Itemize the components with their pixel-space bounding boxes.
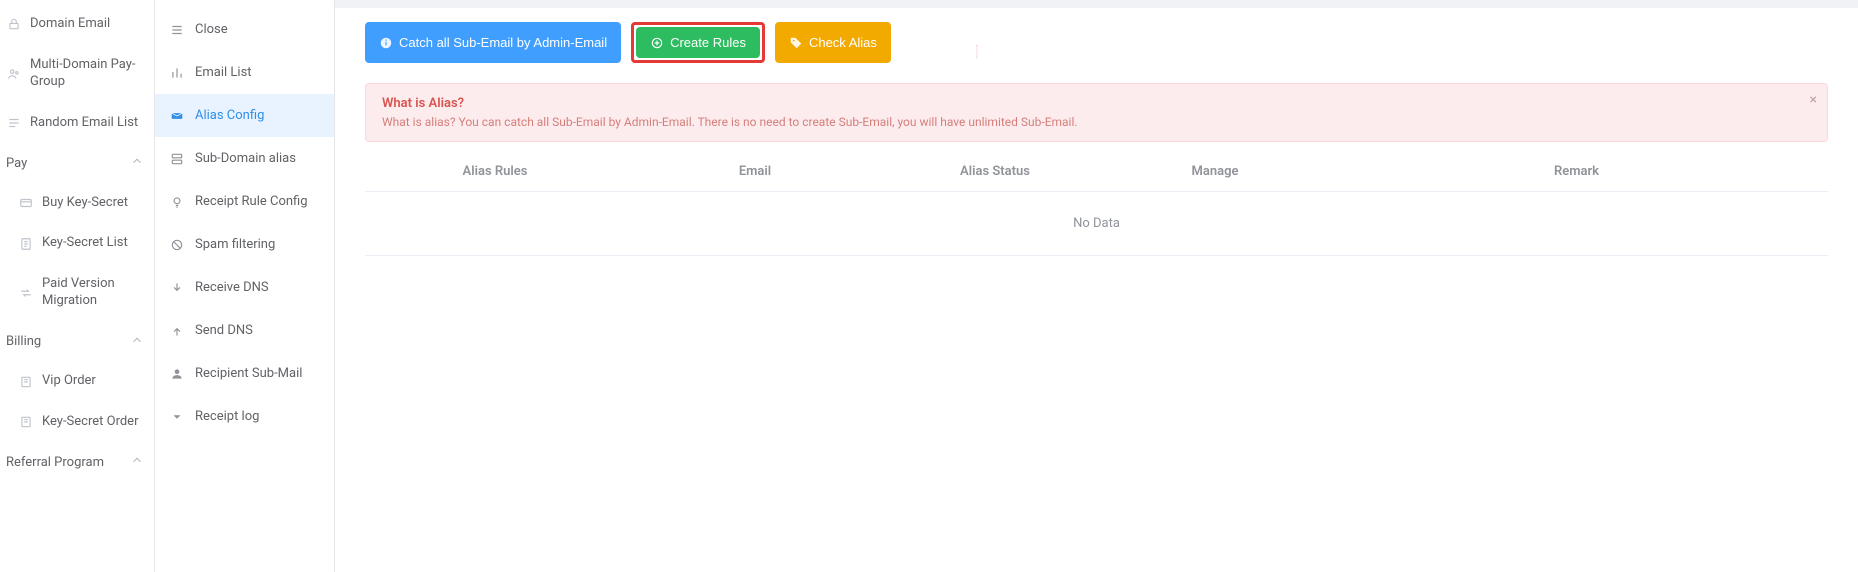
column-email: Email <box>625 152 885 191</box>
up-icon <box>169 324 185 338</box>
sidebar-item-label: Recipient Sub-Mail <box>195 366 302 381</box>
subdomain-icon <box>169 152 185 166</box>
card-icon <box>18 196 34 210</box>
close-icon[interactable]: × <box>1810 92 1817 108</box>
table-header: Alias Rules Email Alias Status Manage Re… <box>365 152 1828 192</box>
alias-icon <box>169 109 185 123</box>
alert-description: What is alias? You can catch all Sub-Ema… <box>382 115 1811 129</box>
sidebar-group-label: Pay <box>6 156 27 171</box>
sidebar-item-label: Receive DNS <box>195 280 269 295</box>
highlight-annotation: Create Rules <box>631 22 765 63</box>
chevron-up-icon <box>130 333 144 351</box>
table-empty-state: No Data <box>365 192 1828 256</box>
order-icon <box>18 415 34 429</box>
sidebar-item-label: Alias Config <box>195 108 264 123</box>
button-label: Catch all Sub-Email by Admin-Email <box>399 35 607 50</box>
sidebar-item-sub-domain-alias[interactable]: Sub-Domain alias <box>155 137 334 180</box>
sidebar-item-receive-dns[interactable]: Receive DNS <box>155 266 334 309</box>
create-rules-button[interactable]: Create Rules <box>636 27 760 58</box>
sidebar-item-label: Paid Version Migration <box>42 276 148 310</box>
sidebar-item-domain-email[interactable]: Domain Email <box>0 4 154 45</box>
catch-all-button[interactable]: Catch all Sub-Email by Admin-Email <box>365 22 621 63</box>
bulb-icon <box>169 195 185 209</box>
main-content: Catch all Sub-Email by Admin-Email Creat… <box>335 0 1858 572</box>
column-alias-status: Alias Status <box>885 152 1105 191</box>
sidebar-item-key-secret-list[interactable]: Key-Secret List <box>0 223 154 264</box>
sidebar-item-random-email-list[interactable]: Random Email List <box>0 103 154 144</box>
sidebar-item-paid-version-migration[interactable]: Paid Version Migration <box>0 264 154 322</box>
transfer-icon <box>18 286 34 300</box>
column-alias-rules: Alias Rules <box>365 152 625 191</box>
sidebar-group-pay[interactable]: Pay <box>0 144 154 183</box>
column-remark: Remark <box>1325 152 1828 191</box>
sidebar-item-vip-order[interactable]: Vip Order <box>0 361 154 402</box>
sidebar-group-referral-program[interactable]: Referral Program <box>0 443 154 482</box>
user-icon <box>169 367 185 381</box>
sidebar-item-spam-filtering[interactable]: Spam filtering <box>155 223 334 266</box>
sidebar-item-label: Email List <box>195 65 252 80</box>
alias-table: Alias Rules Email Alias Status Manage Re… <box>365 152 1828 256</box>
chart-icon <box>169 66 185 80</box>
chevron-up-icon <box>130 453 144 471</box>
sidebar-item-label: Domain Email <box>30 16 110 33</box>
primary-sidebar: Domain Email Multi-Domain Pay-Group Rand… <box>0 0 155 572</box>
sidebar-item-label: Receipt Rule Config <box>195 194 308 209</box>
down-icon <box>169 281 185 295</box>
doc-icon <box>18 237 34 251</box>
sidebar-item-multi-domain-pay-group[interactable]: Multi-Domain Pay-Group <box>0 45 154 103</box>
plus-circle-icon <box>650 36 664 50</box>
sidebar-item-label: Random Email List <box>30 115 138 132</box>
button-label: Check Alias <box>809 35 877 50</box>
sidebar-group-billing[interactable]: Billing <box>0 322 154 361</box>
log-icon <box>169 410 185 424</box>
toolbar: Catch all Sub-Email by Admin-Email Creat… <box>335 8 1858 73</box>
menu-icon <box>169 23 185 37</box>
sidebar-item-label: Send DNS <box>195 323 253 338</box>
sidebar-item-send-dns[interactable]: Send DNS <box>155 309 334 352</box>
sidebar-item-buy-key-secret[interactable]: Buy Key-Secret <box>0 183 154 224</box>
button-label: Create Rules <box>670 35 746 50</box>
sidebar-item-label: Key-Secret Order <box>42 414 138 431</box>
check-alias-button[interactable]: Check Alias <box>775 22 891 63</box>
sidebar-item-receipt-log[interactable]: Receipt log <box>155 395 334 438</box>
sidebar-item-alias-config[interactable]: Alias Config <box>155 94 334 137</box>
lock-icon <box>6 17 22 31</box>
sidebar-item-close[interactable]: Close <box>155 8 334 51</box>
tag-icon <box>789 36 803 50</box>
annotation-arrow <box>970 45 984 59</box>
spam-icon <box>169 238 185 252</box>
sidebar-item-receipt-rule-config[interactable]: Receipt Rule Config <box>155 180 334 223</box>
sidebar-item-key-secret-order[interactable]: Key-Secret Order <box>0 402 154 443</box>
alert-title: What is Alias? <box>382 96 1811 111</box>
sidebar-item-label: Multi-Domain Pay-Group <box>30 57 148 91</box>
alias-info-alert: What is Alias? What is alias? You can ca… <box>365 83 1828 142</box>
list-icon <box>6 116 22 130</box>
info-icon <box>379 36 393 50</box>
secondary-sidebar: Close Email List Alias Config Sub-Domain… <box>155 0 335 572</box>
sidebar-item-label: Spam filtering <box>195 237 275 252</box>
sidebar-item-label: Buy Key-Secret <box>42 195 128 212</box>
sidebar-group-label: Referral Program <box>6 455 104 470</box>
sidebar-item-recipient-sub-mail[interactable]: Recipient Sub-Mail <box>155 352 334 395</box>
order-icon <box>18 375 34 389</box>
sidebar-item-email-list[interactable]: Email List <box>155 51 334 94</box>
sidebar-item-label: Vip Order <box>42 373 96 390</box>
sidebar-item-label: Close <box>195 22 228 37</box>
column-manage: Manage <box>1105 152 1325 191</box>
sidebar-item-label: Key-Secret List <box>42 235 128 252</box>
chevron-up-icon <box>130 154 144 172</box>
sidebar-item-label: Receipt log <box>195 409 259 424</box>
group-icon <box>6 67 22 81</box>
sidebar-group-label: Billing <box>6 334 41 349</box>
sidebar-item-label: Sub-Domain alias <box>195 151 296 166</box>
top-strip <box>335 0 1858 8</box>
